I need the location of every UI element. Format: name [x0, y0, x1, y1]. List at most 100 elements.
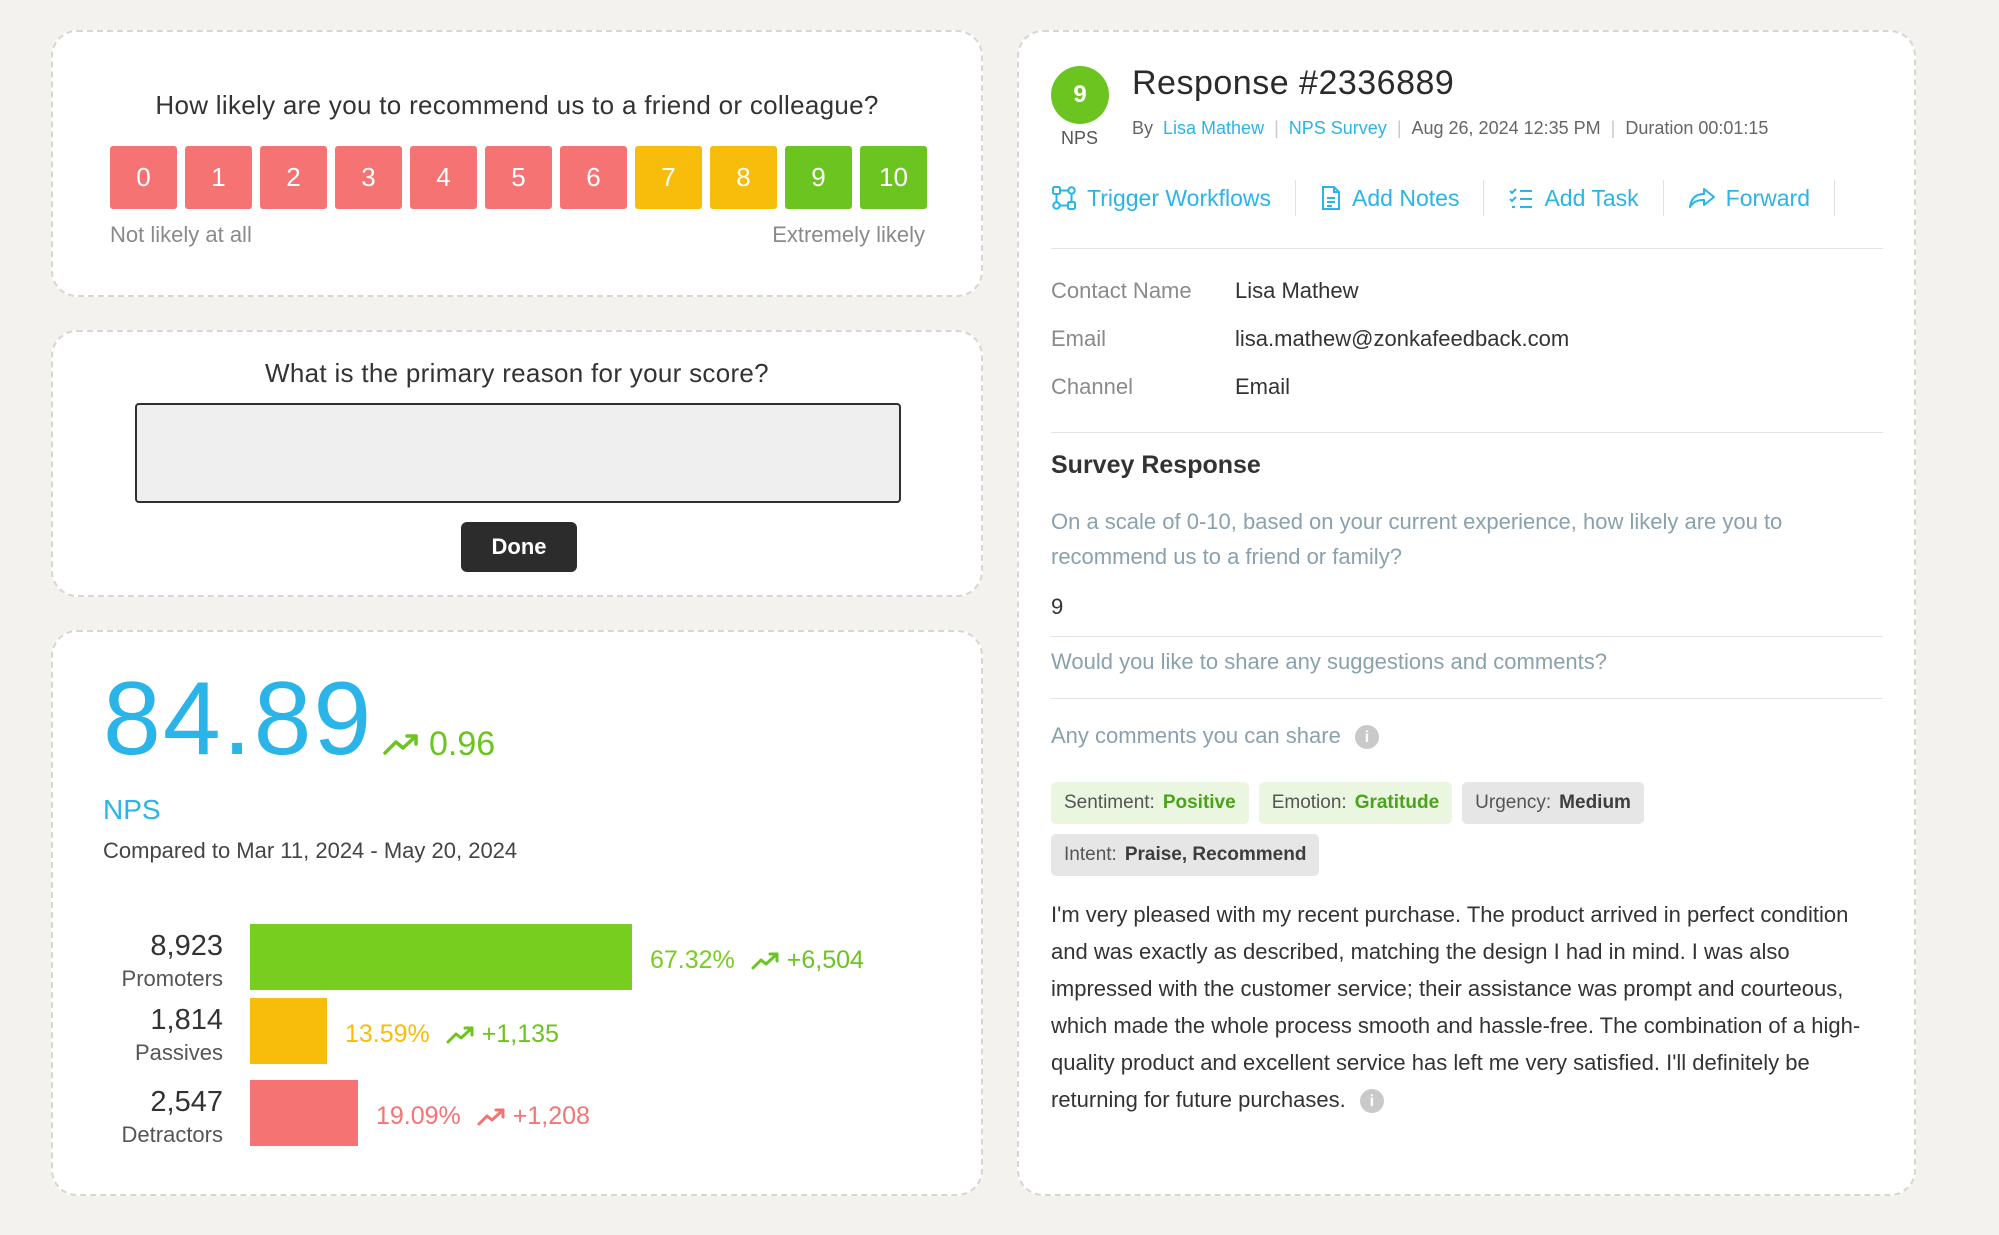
compare-period: Compared to Mar 11, 2024 - May 20, 2024 — [103, 838, 518, 863]
forward-button[interactable]: Forward — [1688, 180, 1836, 216]
breakdown-meta: 67.32% +6,504 — [650, 946, 864, 975]
breakdown-count: 8,923 — [150, 930, 223, 962]
emotion-key: Emotion: — [1271, 792, 1347, 813]
response-duration: Duration 00:01:15 — [1625, 118, 1769, 138]
response-date: Aug 26, 2024 12:35 PM — [1411, 118, 1601, 138]
nps-badge-label: NPS — [1061, 128, 1099, 148]
breakdown-delta-value: +1,208 — [512, 1102, 590, 1130]
contact-email-key: Email — [1051, 326, 1107, 351]
meta-separator: | — [1396, 118, 1402, 138]
survey-link[interactable]: NPS Survey — [1289, 118, 1387, 139]
breakdown-category: Promoters — [121, 966, 223, 991]
trend-up-icon — [477, 1107, 505, 1127]
breakdown-delta: +6,504 — [751, 946, 864, 975]
answer-nps: 9 — [1051, 594, 1064, 619]
breakdown-row-passives: 1,814 Passives 13.59% +1,135 — [53, 998, 983, 1068]
emotion-value: Gratitude — [1354, 792, 1440, 813]
sentiment-key: Sentiment: — [1064, 792, 1155, 813]
by-label: By — [1132, 118, 1154, 138]
forward-label: Forward — [1725, 184, 1811, 211]
urgency-key: Urgency: — [1475, 792, 1552, 813]
nps-score-card: 84.89 0.96 NPS Compared to Mar 11, 2024 … — [51, 630, 983, 1196]
breakdown-delta-value: +6,504 — [786, 946, 864, 974]
breakdown-row-detractors: 2,547 Detractors 19.09% +1,208 — [53, 1080, 983, 1150]
breakdown-count: 2,547 — [150, 1086, 223, 1118]
workflow-icon — [1052, 186, 1076, 210]
breakdown-delta-value: +1,135 — [481, 1020, 559, 1048]
nps-scale: 0 1 2 3 4 5 6 7 8 9 10 — [110, 146, 927, 209]
task-list-icon — [1509, 188, 1533, 208]
reason-input[interactable] — [135, 403, 901, 503]
info-icon[interactable]: i — [1359, 1089, 1384, 1114]
info-icon[interactable]: i — [1354, 725, 1379, 750]
response-meta: By Lisa Mathew | NPS Survey | Aug 26, 20… — [1132, 118, 1768, 139]
nps-question-card: How likely are you to recommend us to a … — [51, 30, 983, 297]
contact-email-row: Email lisa.mathew@zonkafeedback.com — [1051, 326, 1569, 352]
divider — [1051, 248, 1883, 249]
contact-email-value: lisa.mathew@zonkafeedback.com — [1235, 326, 1570, 351]
sentiment-tag: Sentiment: Positive — [1051, 782, 1249, 824]
scale-low-label: Not likely at all — [110, 222, 252, 247]
question-nps: On a scale of 0-10, based on your curren… — [1051, 509, 1783, 569]
question-comments-label: Any comments you can share — [1051, 723, 1341, 748]
nps-question-title: How likely are you to recommend us to a … — [155, 90, 879, 120]
divider — [1051, 636, 1883, 637]
contact-channel-value: Email — [1235, 374, 1291, 399]
urgency-tag: Urgency: Medium — [1462, 782, 1644, 824]
breakdown-count: 1,814 — [150, 1004, 223, 1036]
nps-score-delta: 0.96 — [383, 725, 495, 764]
nps-score-label: NPS — [103, 794, 161, 825]
urgency-value: Medium — [1559, 792, 1631, 813]
contact-name-value: Lisa Mathew — [1235, 278, 1359, 303]
trigger-workflows-label: Trigger Workflows — [1087, 184, 1272, 211]
breakdown-percent: 19.09% — [376, 1102, 461, 1130]
nps-scale-button-7[interactable]: 7 — [635, 146, 702, 209]
nps-scale-button-3[interactable]: 3 — [335, 146, 402, 209]
trend-up-icon — [446, 1025, 474, 1045]
sentiment-value: Positive — [1162, 792, 1236, 813]
nps-scale-button-2[interactable]: 2 — [260, 146, 327, 209]
nps-scale-button-10[interactable]: 10 — [860, 146, 927, 209]
add-task-label: Add Task — [1544, 184, 1639, 211]
breakdown-bar — [250, 924, 632, 990]
breakdown-category: Detractors — [121, 1122, 223, 1147]
response-title: Response #2336889 — [1132, 64, 1455, 102]
trend-up-icon — [751, 951, 779, 971]
nps-scale-button-9[interactable]: 9 — [785, 146, 852, 209]
intent-key: Intent: — [1064, 844, 1117, 865]
nps-scale-button-8[interactable]: 8 — [710, 146, 777, 209]
divider — [1051, 432, 1883, 433]
response-card: 9 NPS Response #2336889 By Lisa Mathew |… — [1017, 30, 1916, 1196]
add-notes-label: Add Notes — [1352, 184, 1460, 211]
breakdown-percent: 67.32% — [650, 946, 735, 974]
ai-tags: Sentiment: Positive Emotion: Gratitude U… — [1051, 782, 1691, 876]
nps-scale-button-4[interactable]: 4 — [410, 146, 477, 209]
comment-text: I'm very pleased with my recent purchase… — [1051, 896, 1881, 1118]
done-button[interactable]: Done — [461, 522, 577, 572]
nps-scale-button-1[interactable]: 1 — [185, 146, 252, 209]
comment-body: I'm very pleased with my recent purchase… — [1051, 902, 1861, 1112]
divider — [1051, 698, 1883, 699]
nps-scale-button-0[interactable]: 0 — [110, 146, 177, 209]
breakdown-percent: 13.59% — [345, 1020, 430, 1048]
breakdown-category: Passives — [134, 1040, 223, 1065]
contact-channel-row: Channel Email — [1051, 374, 1290, 400]
nps-scale-button-6[interactable]: 6 — [560, 146, 627, 209]
add-task-button[interactable]: Add Task — [1508, 180, 1664, 216]
intent-tag: Intent: Praise, Recommend — [1051, 834, 1320, 876]
note-icon — [1322, 186, 1341, 210]
nps-score-value: 84.89 — [103, 661, 374, 777]
question-suggestions: Would you like to share any suggestions … — [1051, 649, 1608, 674]
breakdown-row-promoters: 8,923 Promoters 67.32% +6,504 — [53, 924, 983, 994]
trigger-workflows-button[interactable]: Trigger Workflows — [1051, 180, 1297, 216]
nps-badge: 9 — [1051, 66, 1109, 124]
contact-name-row: Contact Name Lisa Mathew — [1051, 278, 1359, 304]
breakdown-delta: +1,208 — [477, 1102, 590, 1131]
add-notes-button[interactable]: Add Notes — [1320, 180, 1485, 216]
nps-scale-button-5[interactable]: 5 — [485, 146, 552, 209]
scale-high-label: Extremely likely — [772, 222, 925, 247]
question-comments: Any comments you can share i — [1051, 718, 1871, 753]
author-link[interactable]: Lisa Mathew — [1163, 118, 1264, 139]
contact-name-key: Contact Name — [1051, 278, 1192, 303]
forward-icon — [1688, 188, 1715, 208]
